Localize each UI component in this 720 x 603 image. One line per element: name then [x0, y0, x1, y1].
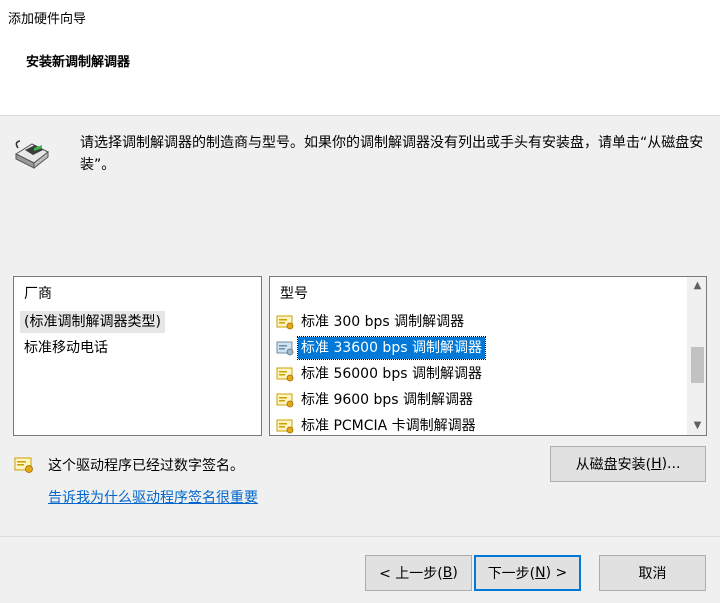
cancel-button[interactable]: 取消 — [599, 555, 706, 591]
scroll-up-arrow-icon[interactable]: ▲ — [688, 277, 706, 295]
footer-separator — [0, 536, 720, 537]
next-mnemonic: N — [535, 565, 546, 581]
modem-driver-icon — [276, 367, 294, 382]
model-item-label: 标准 300 bps 调制解调器 — [301, 314, 465, 330]
model-item-56000bps[interactable]: 标准 56000 bps 调制解调器 — [276, 362, 485, 386]
modem-driver-icon — [276, 419, 294, 434]
have-disk-suffix: )... — [661, 456, 681, 472]
next-suffix: ) > — [545, 565, 568, 581]
next-button[interactable]: 下一步(N) > — [474, 555, 581, 591]
back-suffix: ) — [452, 565, 458, 581]
have-disk-label: 从磁盘安装( — [575, 457, 652, 473]
wizard-heading: 安装新调制解调器 — [26, 55, 131, 70]
manufacturer-header: 厂商 — [24, 286, 52, 302]
have-disk-button[interactable]: 从磁盘安装(H)... — [550, 446, 706, 482]
signed-driver-icon — [14, 457, 33, 473]
back-label: < 上一步( — [379, 566, 443, 582]
scroll-down-arrow-icon[interactable]: ▼ — [688, 417, 706, 435]
signature-status-text: 这个驱动程序已经过数字签名。 — [48, 458, 244, 474]
model-item-300bps[interactable]: 标准 300 bps 调制解调器 — [276, 310, 467, 334]
model-item-33600bps[interactable]: 标准 33600 bps 调制解调器 — [276, 336, 486, 360]
model-list[interactable]: 型号 标准 300 bps 调制解调器 标准 33600 bps 调制解调器 标… — [269, 276, 707, 436]
modem-driver-icon — [276, 315, 294, 330]
modem-driver-icon — [276, 341, 294, 356]
model-header: 型号 — [280, 286, 308, 302]
scroll-thumb[interactable] — [691, 347, 704, 383]
wizard-header: 添加硬件向导 安装新调制解调器 — [0, 0, 720, 116]
model-item-label: 标准 56000 bps 调制解调器 — [301, 366, 482, 382]
back-mnemonic: B — [442, 565, 453, 581]
model-item-9600bps[interactable]: 标准 9600 bps 调制解调器 — [276, 388, 476, 412]
intro-text: 请选择调制解调器的制造商与型号。如果你的调制解调器没有列出或手头有安装盘，请单击… — [80, 135, 704, 173]
model-item-pcmcia[interactable]: 标准 PCMCIA 卡调制解调器 — [276, 414, 479, 435]
have-disk-mnemonic: H — [651, 456, 662, 472]
modem-driver-icon — [276, 393, 294, 408]
back-button[interactable]: < 上一步(B) — [365, 555, 472, 591]
manufacturer-list[interactable]: 厂商 (标准调制解调器类型) 标准移动电话 — [13, 276, 262, 436]
signature-info-link[interactable]: 告诉我为什么驱动程序签名很重要 — [48, 487, 258, 507]
modem-device-icon — [14, 140, 49, 170]
manufacturer-item-standard-mobile-phone[interactable]: 标准移动电话 — [24, 337, 112, 359]
model-item-label: 标准 33600 bps 调制解调器 — [297, 336, 486, 360]
manufacturer-item-standard-modem-types[interactable]: (标准调制解调器类型) — [20, 311, 165, 333]
window-title: 添加硬件向导 — [8, 12, 87, 27]
model-item-label: 标准 PCMCIA 卡调制解调器 — [301, 418, 476, 434]
next-label: 下一步( — [487, 566, 536, 582]
model-item-label: 标准 9600 bps 调制解调器 — [301, 392, 474, 408]
model-list-scrollbar[interactable]: ▲ ▼ — [687, 277, 706, 435]
